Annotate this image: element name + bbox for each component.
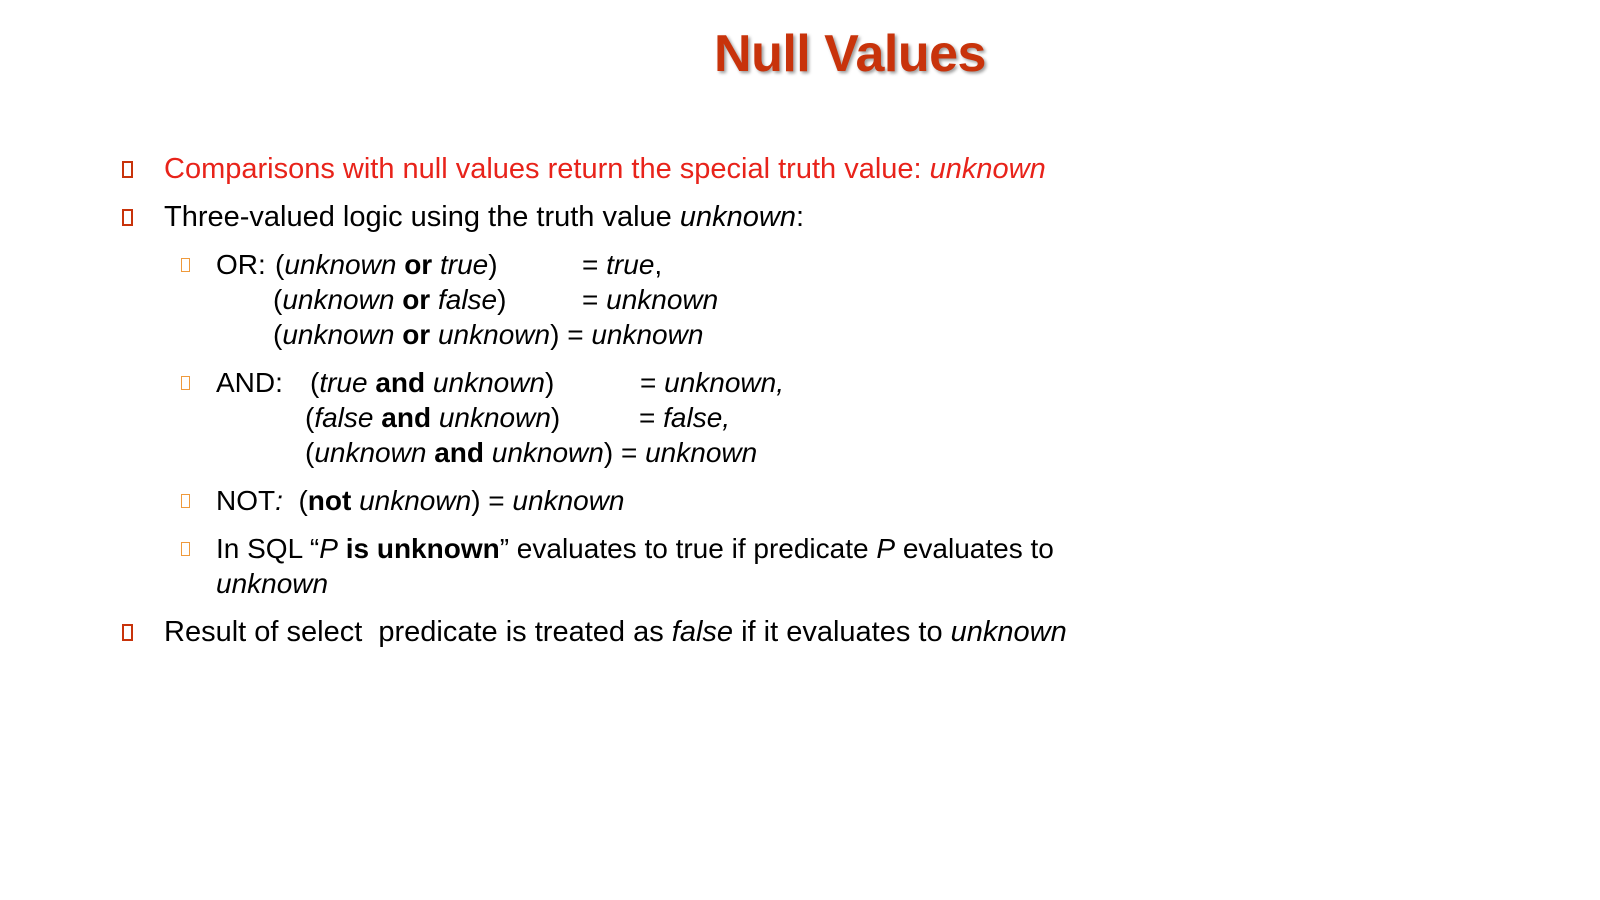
- subbullet-square-icon: [181, 258, 190, 272]
- and-label: AND:: [216, 367, 283, 398]
- or-row-2: (unknown or false): [273, 284, 507, 315]
- bullet-square-icon: [122, 624, 133, 641]
- bullet-square-icon: [122, 209, 133, 226]
- subbullet-square-icon: [181, 376, 190, 390]
- bullet-three-valued: Three-valued logic using the truth value…: [164, 199, 804, 235]
- three-valued-tail: :: [795, 201, 805, 233]
- comparisons-text: Comparisons with null values return the …: [164, 153, 930, 185]
- not-line: NOT: (not unknown) = unknown: [216, 485, 625, 516]
- subbullet-square-icon: [181, 542, 190, 556]
- and-row-1-result: = unknown,: [640, 367, 785, 398]
- sql-line-2: unknown: [216, 568, 329, 599]
- comparisons-emph: unknown: [929, 153, 1046, 185]
- bullet-result: Result of select predicate is treated as…: [164, 616, 1067, 648]
- or-row-1: (unknown or true): [275, 249, 498, 280]
- or-label: OR:: [216, 249, 274, 280]
- bullet-comparisons: Comparisons with null values return the …: [164, 151, 1046, 187]
- or-row-2-result: = unknown: [582, 284, 719, 315]
- or-row-3: (unknown or unknown) = unknown: [273, 319, 704, 350]
- sql-line-1: In SQL “P is unknown” evaluates to true …: [216, 533, 1054, 564]
- subbullet-square-icon: [181, 494, 190, 508]
- or-row-1-result: = true,: [582, 249, 663, 280]
- three-valued-text: Three-valued logic using the truth value: [164, 201, 680, 233]
- three-valued-emph: unknown: [679, 201, 796, 233]
- and-row-2: (false and unknown): [305, 402, 561, 433]
- and-row-3: (unknown and unknown) = unknown: [305, 437, 758, 468]
- and-row-2-result: = false,: [639, 402, 731, 433]
- slide-title: Null Values: [714, 25, 986, 83]
- bullet-square-icon: [122, 161, 133, 178]
- and-row-1: (true and unknown): [310, 367, 555, 398]
